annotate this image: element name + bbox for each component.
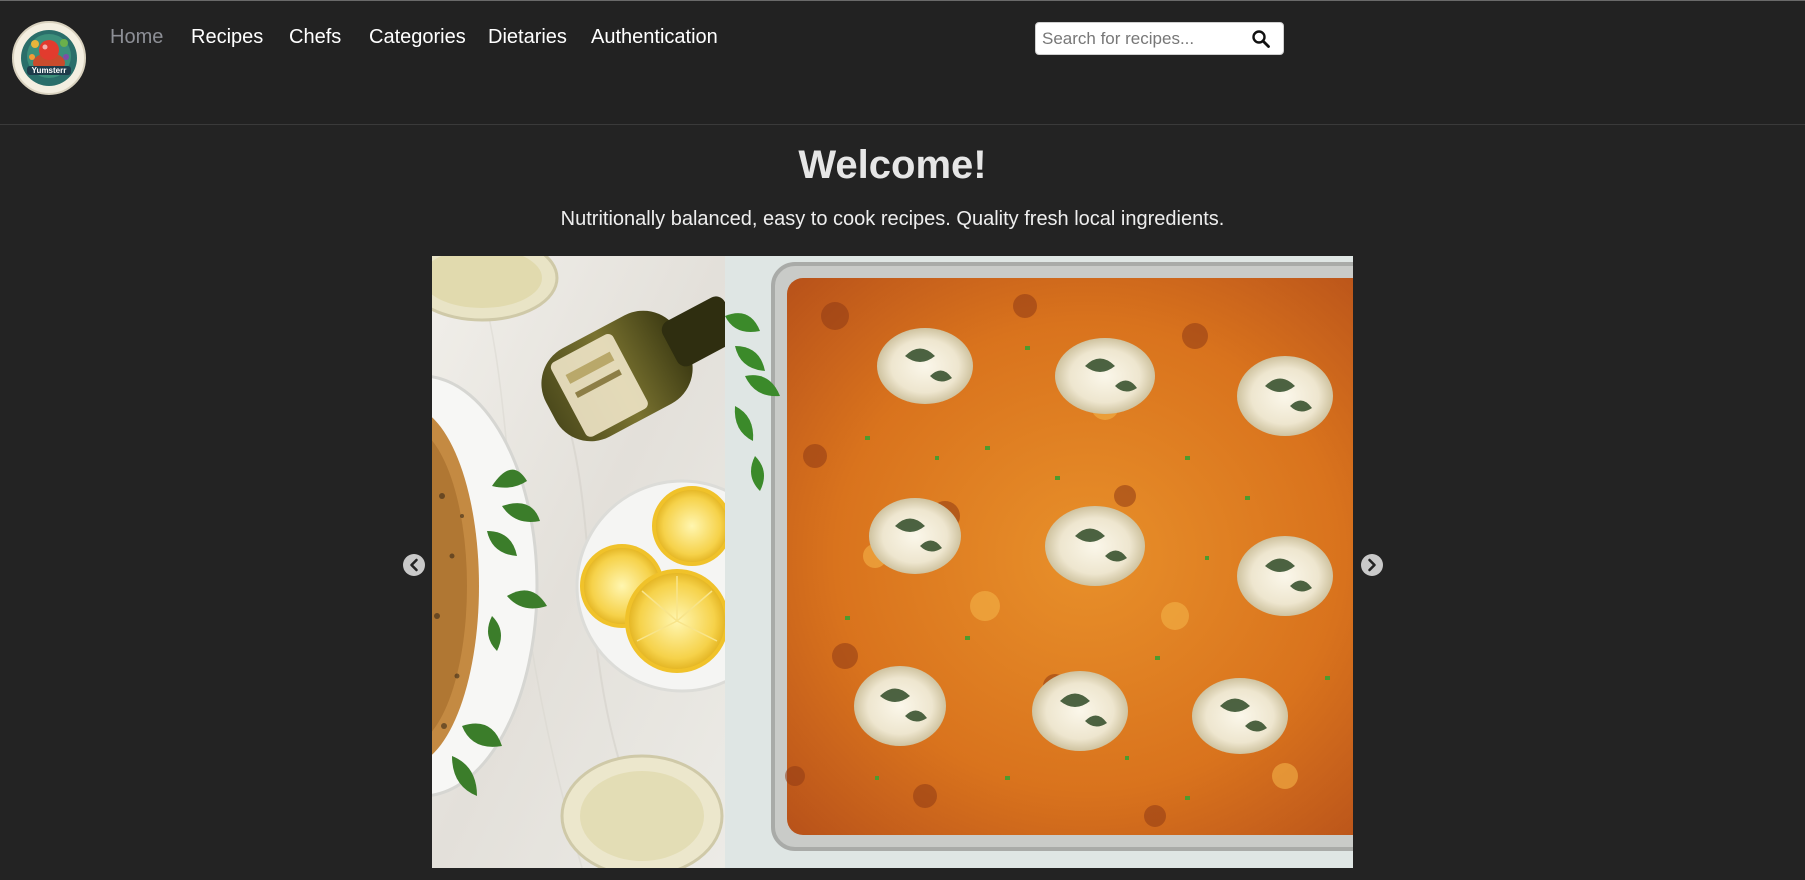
nav-dietaries[interactable]: Dietaries (488, 24, 567, 50)
nav-categories[interactable]: Categories (369, 24, 466, 50)
page-title: Welcome! (798, 143, 987, 187)
search-box (1035, 22, 1284, 55)
carousel-slide-previous (432, 256, 725, 868)
recipe-carousel (432, 256, 1353, 868)
brand-logo[interactable]: Yumsterr (12, 21, 86, 95)
nav-recipes[interactable]: Recipes (191, 24, 263, 50)
nav-chefs[interactable]: Chefs (289, 24, 341, 50)
nav-authentication[interactable]: Authentication (591, 24, 718, 50)
chevron-right-icon[interactable] (1361, 554, 1383, 576)
carousel-slide-active (725, 256, 1353, 868)
chevron-left-icon[interactable] (403, 554, 425, 576)
search-icon[interactable] (1251, 29, 1271, 49)
search-input[interactable] (1042, 27, 1232, 50)
nav-home[interactable]: Home (110, 24, 163, 50)
navbar: Yumsterr Home Recipes Chefs Categories D… (0, 1, 1805, 125)
chicken-wine-image (432, 256, 725, 868)
tagline: Nutritionally balanced, easy to cook rec… (560, 208, 1225, 230)
logo-icon: Yumsterr (21, 30, 77, 86)
lasagna-image (725, 256, 1353, 868)
logo-text: Yumsterr (32, 66, 67, 75)
